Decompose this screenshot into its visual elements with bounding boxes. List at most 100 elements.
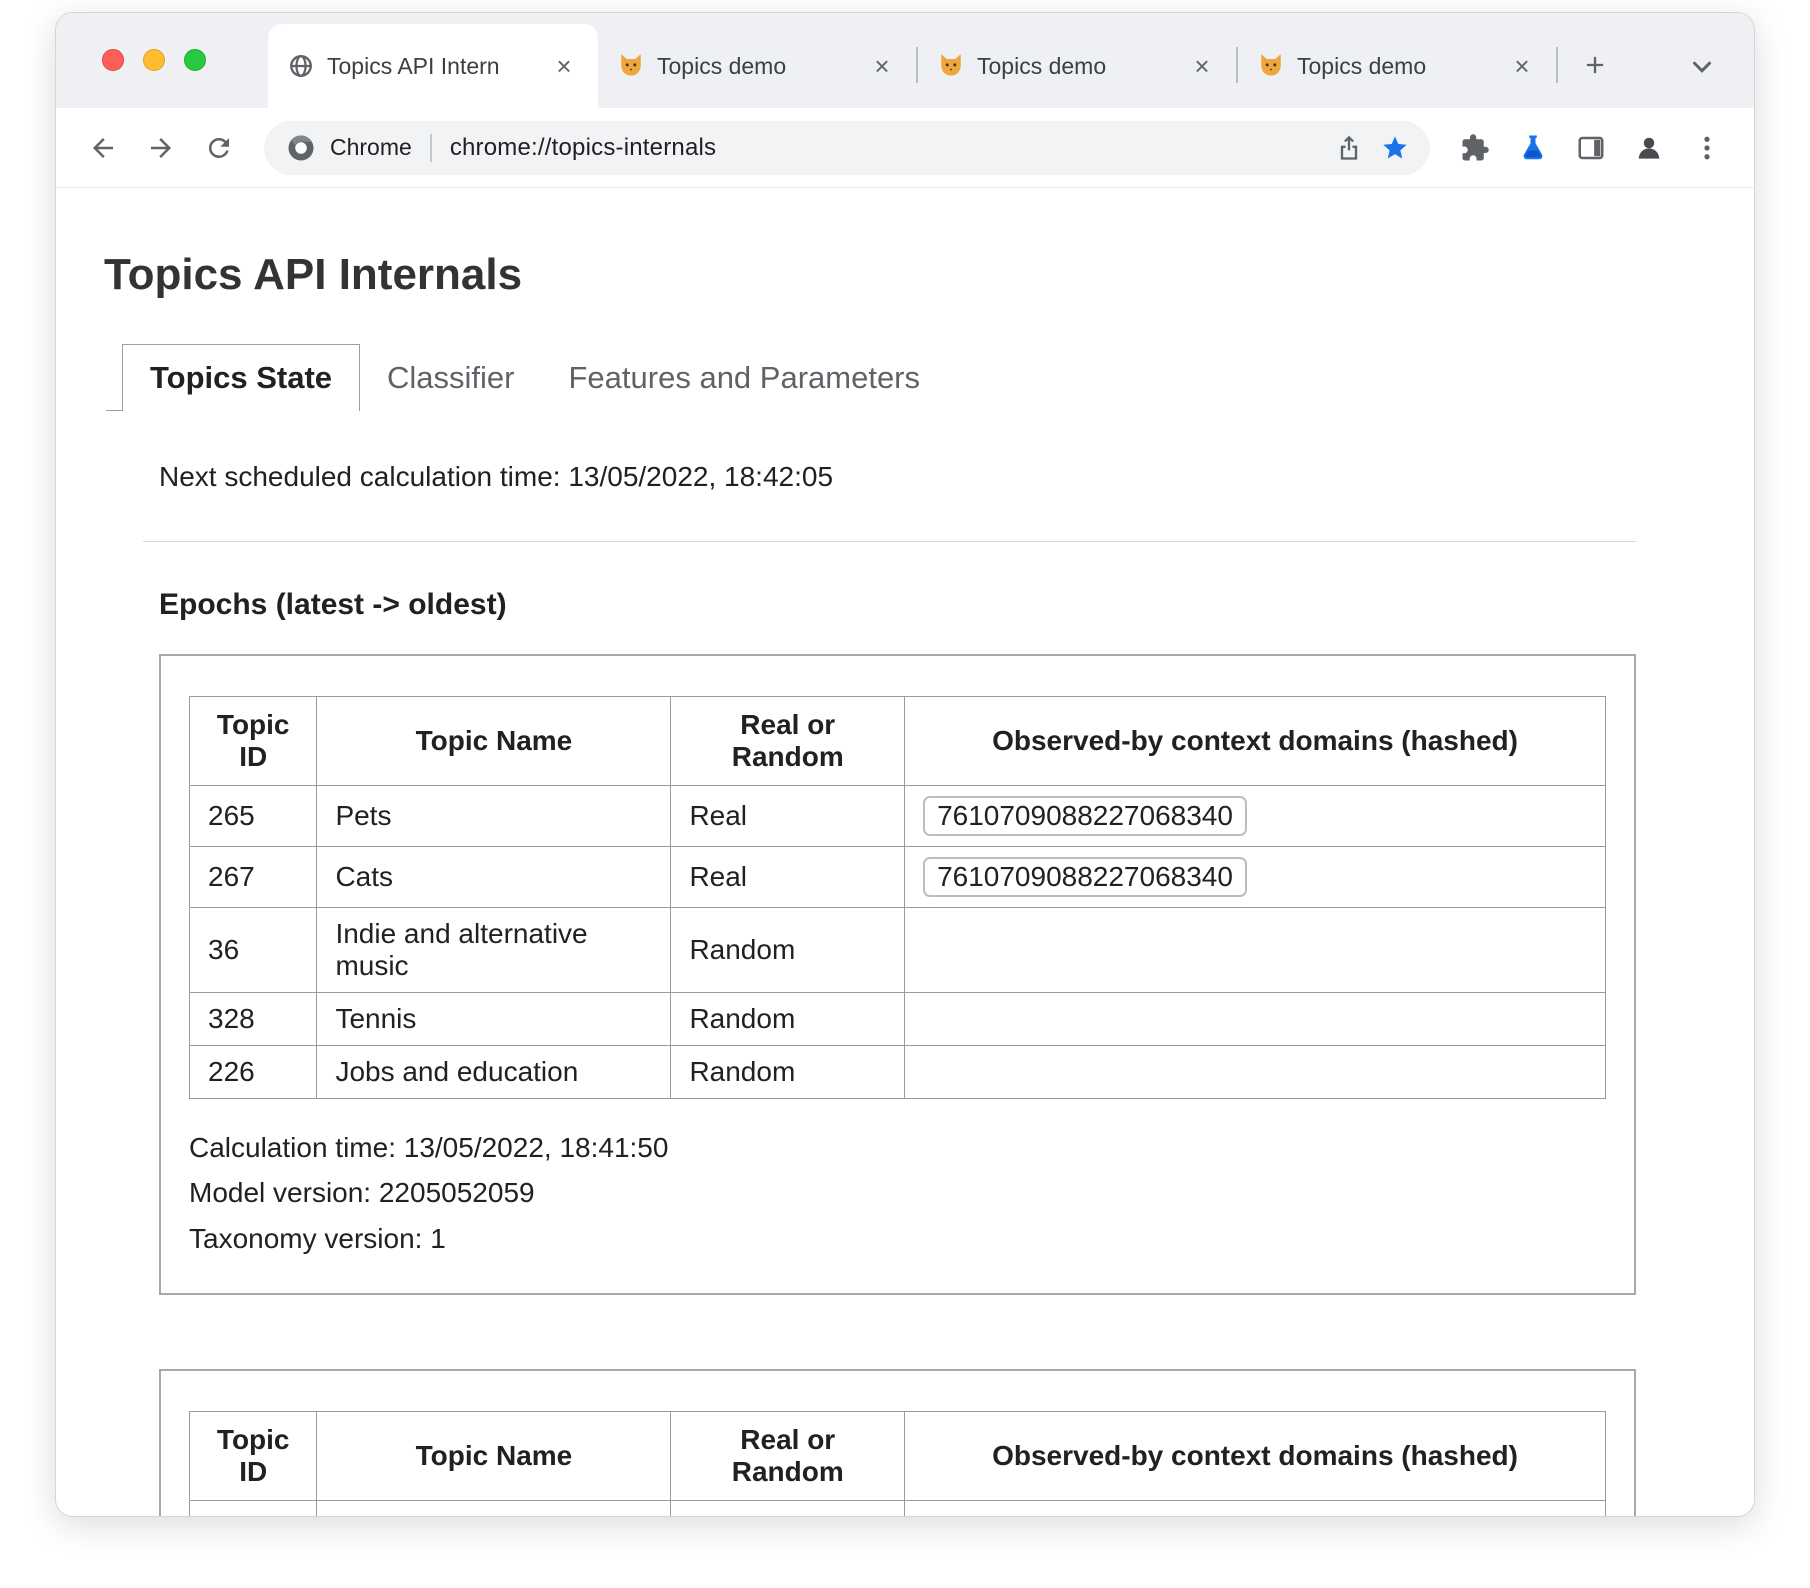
- browser-tabs: Topics API Intern × Topics demo ×: [268, 13, 1620, 108]
- table-header-row: Topic IDTopic NameReal or RandomObserved…: [190, 697, 1606, 786]
- column-header: Topic ID: [190, 697, 317, 786]
- column-header: Topic Name: [317, 697, 671, 786]
- avatar-icon: [1634, 133, 1664, 163]
- column-header: Observed-by context domains (hashed): [905, 1412, 1606, 1501]
- search-engine-label: Chrome: [330, 134, 412, 161]
- topic-id-cell: 36: [190, 908, 317, 993]
- cat-favicon: [938, 53, 964, 79]
- star-icon: [1381, 134, 1409, 162]
- topic-id-cell: 267: [190, 847, 317, 908]
- new-tab-button[interactable]: [1570, 40, 1620, 90]
- puzzle-icon: [1460, 133, 1490, 163]
- extensions-button[interactable]: [1448, 121, 1502, 175]
- side-panel-icon: [1576, 133, 1606, 163]
- tab-topics-state[interactable]: Topics State: [122, 344, 360, 411]
- browser-tab-topics-internals[interactable]: Topics API Intern ×: [268, 24, 598, 108]
- column-header: Topic ID: [190, 1412, 317, 1501]
- observed-domains-cell: 7610709088227068340: [905, 847, 1606, 908]
- chrome-logo-icon: [286, 133, 316, 163]
- side-panel-button[interactable]: [1564, 121, 1618, 175]
- browser-tab-topics-demo-1[interactable]: Topics demo ×: [598, 24, 916, 108]
- omnibox-divider: [430, 134, 432, 162]
- reload-button[interactable]: [192, 121, 246, 175]
- minimize-window-button[interactable]: [143, 49, 165, 71]
- share-button[interactable]: [1326, 125, 1372, 171]
- tab-classifier[interactable]: Classifier: [360, 345, 541, 411]
- topics-state-panel: Next scheduled calculation time: 13/05/2…: [159, 461, 1636, 1517]
- hashed-domain-value: 7610709088227068340: [923, 796, 1247, 836]
- section-divider: [143, 541, 1636, 542]
- back-button[interactable]: [76, 121, 130, 175]
- epoch-topics-table: Topic IDTopic NameReal or RandomObserved…: [189, 696, 1606, 1099]
- profile-button[interactable]: [1622, 121, 1676, 175]
- topic-id-cell: 265: [190, 786, 317, 847]
- page-content: Topics API Internals Topics State Classi…: [56, 250, 1754, 1517]
- next-calculation-time: Next scheduled calculation time: 13/05/2…: [159, 461, 1636, 493]
- real-or-random-cell: Real: [671, 847, 905, 908]
- column-header: Real or Random: [671, 1412, 905, 1501]
- address-bar[interactable]: Chrome chrome://topics-internals: [264, 121, 1430, 175]
- forward-icon: [146, 133, 176, 163]
- topic-name-cell: Tennis: [317, 993, 671, 1046]
- epoch-box: Topic IDTopic NameReal or RandomObserved…: [159, 1369, 1636, 1517]
- topic-name-cell: Indie and alternative music: [317, 908, 671, 993]
- real-or-random-cell: Random: [671, 993, 905, 1046]
- flask-icon: [1518, 133, 1548, 163]
- chevron-down-icon: [1687, 52, 1717, 82]
- tab-title: Topics API Intern: [327, 53, 535, 80]
- bookmark-button[interactable]: [1372, 125, 1418, 171]
- topic-name-cell: Jobs and education: [317, 1046, 671, 1099]
- tab-close-button[interactable]: ×: [866, 50, 898, 82]
- page-tab-bar: Topics State Classifier Features and Par…: [122, 344, 1706, 411]
- zoom-window-button[interactable]: [184, 49, 206, 71]
- epochs-list: Topic IDTopic NameReal or RandomObserved…: [159, 654, 1636, 1517]
- plus-icon: [1581, 51, 1609, 79]
- topic-row: 123Printing and publishingRandom: [190, 1501, 1606, 1517]
- real-or-random-cell: Real: [671, 786, 905, 847]
- browser-menu-button[interactable]: [1680, 121, 1734, 175]
- epoch-box: Topic IDTopic NameReal or RandomObserved…: [159, 654, 1636, 1295]
- tab-close-button[interactable]: ×: [1186, 50, 1218, 82]
- tab-overflow-menu-button[interactable]: [1680, 45, 1724, 89]
- column-header: Observed-by context domains (hashed): [905, 697, 1606, 786]
- browser-toolbar: Chrome chrome://topics-internals: [56, 108, 1754, 188]
- browser-tab-strip: Topics API Intern × Topics demo ×: [56, 13, 1754, 108]
- tab-title: Topics demo: [977, 53, 1173, 80]
- tab-close-button[interactable]: ×: [1506, 50, 1538, 82]
- kebab-menu-icon: [1692, 133, 1722, 163]
- observed-domains-cell: [905, 1501, 1606, 1517]
- real-or-random-cell: Random: [671, 908, 905, 993]
- topic-row: 328TennisRandom: [190, 993, 1606, 1046]
- tab-features-and-parameters[interactable]: Features and Parameters: [542, 345, 948, 411]
- close-window-button[interactable]: [102, 49, 124, 71]
- labs-button[interactable]: [1506, 121, 1560, 175]
- browser-window: Topics API Intern × Topics demo ×: [55, 12, 1755, 1517]
- topic-row: 226Jobs and educationRandom: [190, 1046, 1606, 1099]
- hashed-domain-value: 7610709088227068340: [923, 857, 1247, 897]
- back-icon: [88, 133, 118, 163]
- topic-row: 36Indie and alternative musicRandom: [190, 908, 1606, 993]
- browser-tab-topics-demo-3[interactable]: Topics demo ×: [1238, 24, 1556, 108]
- topic-id-cell: 123: [190, 1501, 317, 1517]
- topic-row: 265PetsReal 7610709088227068340: [190, 786, 1606, 847]
- share-icon: [1335, 134, 1363, 162]
- real-or-random-cell: Random: [671, 1501, 905, 1517]
- topic-name-cell: Cats: [317, 847, 671, 908]
- taxonomy-version: Taxonomy version: 1: [189, 1216, 1606, 1261]
- tab-close-button[interactable]: ×: [548, 50, 580, 82]
- observed-domains-cell: [905, 908, 1606, 993]
- globe-favicon: [288, 53, 314, 79]
- cat-favicon: [1258, 53, 1284, 79]
- reload-icon: [204, 133, 234, 163]
- real-or-random-cell: Random: [671, 1046, 905, 1099]
- browser-tab-topics-demo-2[interactable]: Topics demo ×: [918, 24, 1236, 108]
- forward-button[interactable]: [134, 121, 188, 175]
- topic-name-cell: Pets: [317, 786, 671, 847]
- topic-id-cell: 226: [190, 1046, 317, 1099]
- cat-favicon: [618, 53, 644, 79]
- column-header: Real or Random: [671, 697, 905, 786]
- table-header-row: Topic IDTopic NameReal or RandomObserved…: [190, 1412, 1606, 1501]
- tab-title: Topics demo: [657, 53, 853, 80]
- model-version: Model version: 2205052059: [189, 1170, 1606, 1215]
- epochs-heading: Epochs (latest -> oldest): [159, 588, 1636, 622]
